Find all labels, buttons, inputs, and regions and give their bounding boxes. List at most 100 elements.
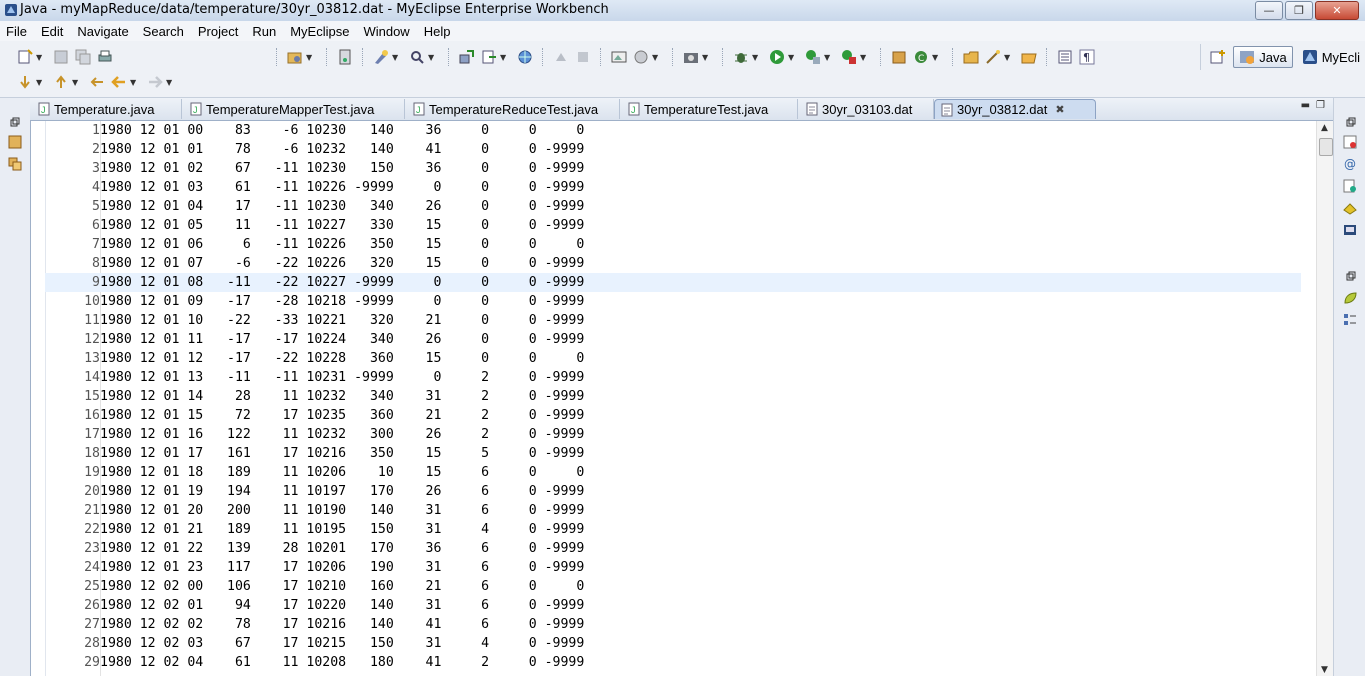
menu-project[interactable]: Project [192, 24, 246, 39]
editor-line[interactable]: 61980 12 01 05 11 -11 10227 330 15 0 0 -… [45, 216, 1301, 235]
editor-line[interactable]: 191980 12 01 18 189 11 10206 10 15 6 0 0 [45, 463, 1301, 482]
coverage-dropdown-icon[interactable]: ▼ [824, 53, 832, 62]
outline-view-button[interactable] [1342, 312, 1358, 328]
editor-line[interactable]: 31980 12 01 02 67 -11 10230 150 36 0 0 -… [45, 159, 1301, 178]
editor-line[interactable]: 51980 12 01 04 17 -11 10230 340 26 0 0 -… [45, 197, 1301, 216]
run-button[interactable] [768, 48, 786, 66]
open-type-button[interactable] [372, 48, 390, 66]
browser-button[interactable] [516, 48, 534, 66]
editor-line[interactable]: 21980 12 01 01 78 -6 10232 140 41 0 0 -9… [45, 140, 1301, 159]
back-button[interactable] [110, 73, 128, 91]
restore-right-button[interactable] [1343, 114, 1359, 130]
hierarchy-button[interactable] [7, 156, 23, 172]
new-button[interactable] [16, 48, 34, 66]
text-editor[interactable]: 11980 12 01 00 83 -6 10230 140 36 0 0 02… [30, 121, 1334, 676]
run-dropdown-icon[interactable]: ▼ [788, 53, 796, 62]
next-annotation-button[interactable] [16, 73, 34, 91]
editor-line[interactable]: 161980 12 01 15 72 17 10235 360 21 2 0 -… [45, 406, 1301, 425]
tab-temperature-mapper-test[interactable]: J TemperatureMapperTest.java [184, 99, 405, 119]
toggle-block-selection-button[interactable] [1056, 48, 1074, 66]
editor-line[interactable]: 231980 12 01 22 139 28 10201 170 36 6 0 … [45, 539, 1301, 558]
edit-wand-button[interactable] [984, 48, 1002, 66]
editor-line[interactable]: 131980 12 01 12 -17 -22 10228 360 15 0 0… [45, 349, 1301, 368]
tab-temperature-java[interactable]: J Temperature.java [32, 99, 182, 119]
editor-line[interactable]: 201980 12 01 19 194 11 10197 170 26 6 0 … [45, 482, 1301, 501]
editor-line[interactable]: 81980 12 01 07 -6 -22 10226 320 15 0 0 -… [45, 254, 1301, 273]
restore-right-lower-button[interactable] [1343, 268, 1359, 284]
menu-window[interactable]: Window [357, 24, 417, 39]
deploy-button[interactable] [458, 48, 476, 66]
new-project-dropdown-icon[interactable]: ▼ [306, 53, 314, 62]
new-project-button[interactable] [286, 48, 304, 66]
tab-30yr-03812[interactable]: 30yr_03812.dat ✖ [934, 99, 1096, 119]
open-type-dropdown-icon[interactable]: ▼ [392, 53, 400, 62]
console-view-button[interactable] [1342, 222, 1358, 238]
editor-line[interactable]: 41980 12 01 03 61 -11 10226 -9999 0 0 0 … [45, 178, 1301, 197]
search-dropdown-icon[interactable]: ▼ [428, 53, 436, 62]
screenshot-dropdown-icon[interactable]: ▼ [702, 53, 710, 62]
editor-line[interactable]: 111980 12 01 10 -22 -33 10221 320 21 0 0… [45, 311, 1301, 330]
editor-line[interactable]: 291980 12 02 04 61 11 10208 180 41 2 0 -… [45, 653, 1301, 672]
menu-search[interactable]: Search [137, 24, 192, 39]
editor-line[interactable]: 271980 12 02 02 78 17 10216 140 41 6 0 -… [45, 615, 1301, 634]
editor-line[interactable]: 251980 12 02 00 106 17 10210 160 21 6 0 … [45, 577, 1301, 596]
forward-dropdown-icon[interactable]: ▼ [166, 78, 174, 87]
screenshot-button[interactable] [682, 48, 700, 66]
prev-annotation-button[interactable] [52, 73, 70, 91]
image-editor-button[interactable] [610, 48, 628, 66]
editor-line[interactable]: 141980 12 01 13 -11 -11 10231 -9999 0 2 … [45, 368, 1301, 387]
new-web-project-button[interactable] [890, 48, 908, 66]
package-explorer-button[interactable] [7, 134, 23, 150]
editor-line[interactable]: 121980 12 01 11 -17 -17 10224 340 26 0 0… [45, 330, 1301, 349]
java-perspective-button[interactable]: Java [1233, 46, 1293, 68]
editor-line[interactable]: 261980 12 02 01 94 17 10220 140 31 6 0 -… [45, 596, 1301, 615]
tab-temperature-reduce-test[interactable]: J TemperatureReduceTest.java [407, 99, 620, 119]
editor-line[interactable]: 241980 12 01 23 117 17 10206 190 31 6 0 … [45, 558, 1301, 577]
myeclipse-perspective-button[interactable]: MyEcli [1297, 47, 1365, 67]
ui-designer-dropdown-icon[interactable]: ▼ [652, 53, 660, 62]
scroll-up-icon[interactable]: ▲ [1321, 123, 1328, 133]
editor-line[interactable]: 91980 12 01 08 -11 -22 10227 -9999 0 0 0… [45, 273, 1301, 292]
next-annotation-dropdown-icon[interactable]: ▼ [36, 78, 44, 87]
external-tools-dropdown-icon[interactable]: ▼ [860, 53, 868, 62]
menu-help[interactable]: Help [418, 24, 459, 39]
editor-line[interactable]: 221980 12 01 21 189 11 10195 150 31 4 0 … [45, 520, 1301, 539]
menu-file[interactable]: File [0, 24, 35, 39]
close-window-button[interactable]: ✕ [1315, 1, 1359, 20]
servers-view-button[interactable] [1342, 200, 1358, 216]
debug-dropdown-icon[interactable]: ▼ [752, 53, 760, 62]
declaration-view-button[interactable] [1342, 178, 1358, 194]
prev-annotation-dropdown-icon[interactable]: ▼ [72, 78, 80, 87]
new-dropdown-icon[interactable]: ▼ [36, 53, 44, 62]
search-button[interactable] [408, 48, 426, 66]
ui-designer-button[interactable] [632, 48, 650, 66]
back-history-button[interactable] [552, 48, 570, 66]
print-button[interactable] [96, 48, 114, 66]
coverage-button[interactable] [804, 48, 822, 66]
back-dropdown-icon[interactable]: ▼ [130, 78, 138, 87]
close-tab-icon[interactable]: ✖ [1055, 103, 1064, 116]
show-whitespace-button[interactable]: ¶ [1078, 48, 1096, 66]
editor-line[interactable]: 281980 12 02 03 67 17 10215 150 31 4 0 -… [45, 634, 1301, 653]
external-tools-button[interactable] [840, 48, 858, 66]
export-dropdown-icon[interactable]: ▼ [500, 53, 508, 62]
tab-temperature-test[interactable]: J TemperatureTest.java [622, 99, 798, 119]
new-class-dropdown-icon[interactable]: ▼ [932, 53, 940, 62]
restore-left-button[interactable] [7, 114, 23, 130]
problems-view-button[interactable] [1342, 134, 1358, 150]
menu-run[interactable]: Run [246, 24, 284, 39]
editor-line[interactable]: 11980 12 01 00 83 -6 10230 140 36 0 0 0 [45, 121, 1301, 140]
save-all-button[interactable] [74, 48, 92, 66]
snippets-view-button[interactable] [1342, 290, 1358, 306]
minimize-editor-icon[interactable]: ▬ [1301, 100, 1310, 111]
javadoc-view-button[interactable]: @ [1342, 156, 1358, 172]
maximize-button[interactable]: ❐ [1285, 1, 1313, 20]
debug-button[interactable] [732, 48, 750, 66]
open-resource-button[interactable] [1020, 48, 1038, 66]
scroll-down-icon[interactable]: ▼ [1321, 665, 1328, 675]
edit-wand-dropdown-icon[interactable]: ▼ [1004, 53, 1012, 62]
new-class-button[interactable]: C [912, 48, 930, 66]
editor-line[interactable]: 171980 12 01 16 122 11 10232 300 26 2 0 … [45, 425, 1301, 444]
menu-edit[interactable]: Edit [35, 24, 71, 39]
last-edit-location-button[interactable] [88, 73, 106, 91]
